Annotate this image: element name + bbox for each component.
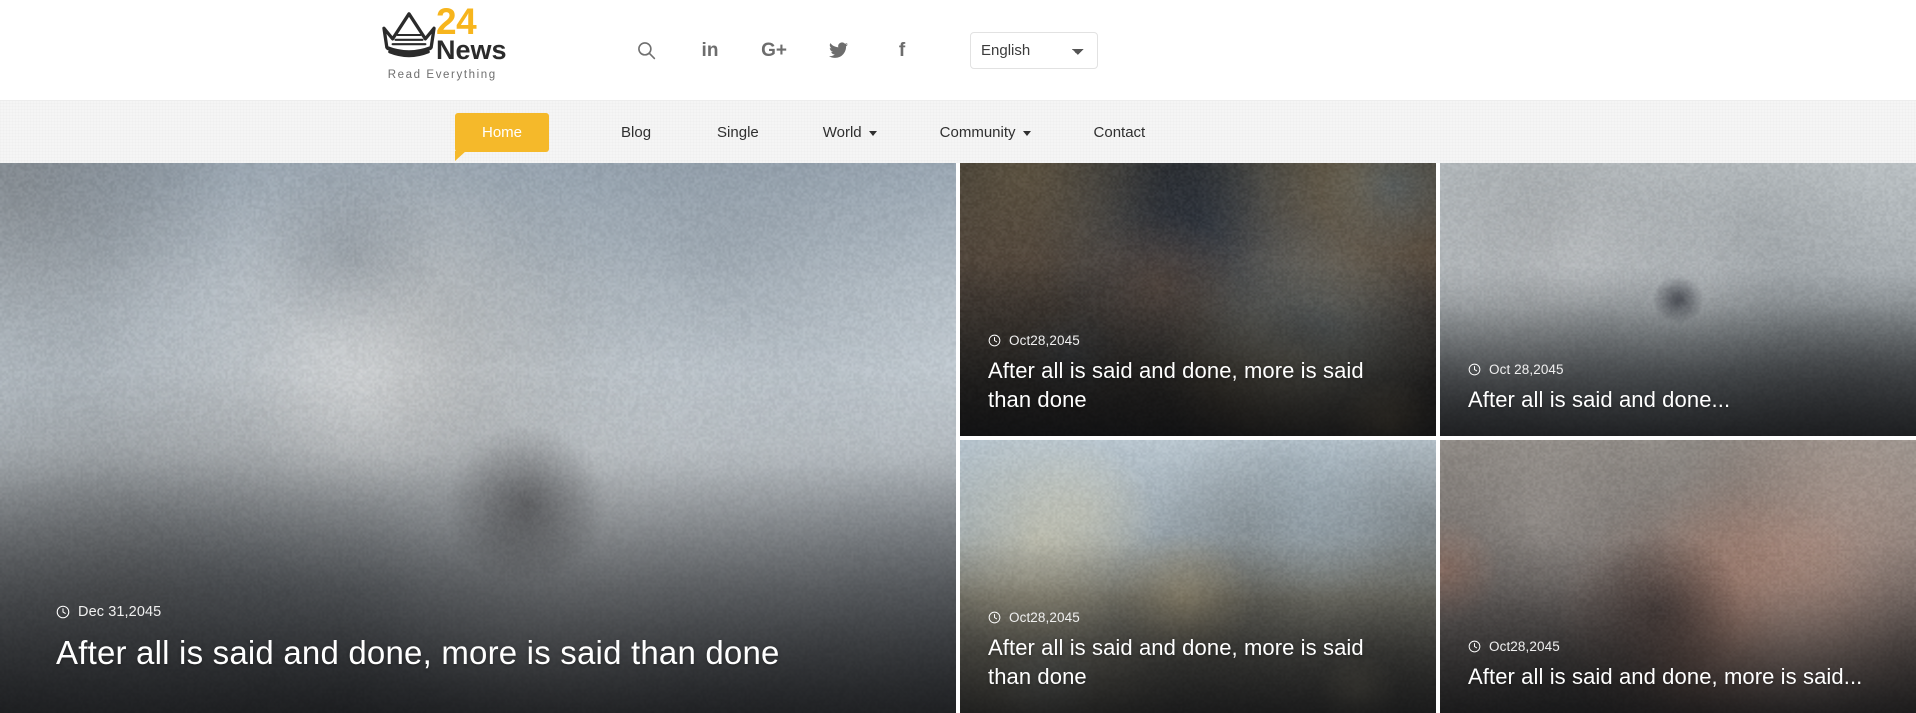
- featured-post-title: After all is said and done, more is said…: [56, 633, 780, 671]
- featured-post-body: Dec 31,2045 After all is said and done, …: [0, 604, 956, 713]
- nav-label-single: Single: [717, 123, 759, 141]
- clock-icon: [988, 334, 1001, 347]
- secondary-posts-column: Oct28,2045 After all is said and done, m…: [960, 163, 1916, 713]
- nav-label-community: Community: [939, 123, 1016, 141]
- logo-news-text: News: [436, 35, 507, 66]
- post-title-2: After all is said and done...: [1468, 386, 1731, 412]
- post-title-1: After all is said and done, more is said…: [988, 357, 1364, 412]
- post-body-2: Oct 28,2045 After all is said and done..…: [1440, 362, 1916, 436]
- search-icon[interactable]: [614, 27, 678, 73]
- nav-item-single[interactable]: Single: [717, 124, 759, 141]
- nav-label-blog: Blog: [621, 123, 652, 141]
- logo-24-text: 24: [436, 1, 477, 42]
- post-body-4: Oct28,2045 After all is said and done, m…: [1440, 639, 1916, 713]
- crown-icon: [378, 7, 442, 61]
- post-meta-4: Oct28,2045: [1468, 639, 1888, 654]
- logo-wordmark: 24 News: [436, 1, 507, 66]
- post-date-1: Oct28,2045: [1009, 332, 1080, 348]
- site-logo[interactable]: 24 News Read Everything: [378, 1, 507, 82]
- facebook-icon[interactable]: f: [870, 27, 934, 73]
- featured-post-date: Dec 31,2045: [78, 603, 162, 620]
- post-date-3: Oct28,2045: [1009, 609, 1080, 625]
- nav-item-contact[interactable]: Contact: [1094, 124, 1146, 141]
- googleplus-icon[interactable]: G+: [742, 27, 806, 73]
- header-utility-bar: in G+ f English: [614, 0, 1916, 100]
- logo-tagline: Read Everything: [387, 69, 497, 82]
- post-card-1[interactable]: Oct28,2045 After all is said and done, m…: [960, 163, 1436, 436]
- chevron-down-icon: [1022, 130, 1031, 136]
- linkedin-label: in: [701, 39, 719, 61]
- nav-item-community[interactable]: Community: [940, 124, 1031, 141]
- logo-mark: 24 News: [378, 1, 507, 66]
- facebook-label: f: [898, 39, 906, 61]
- post-card-3[interactable]: Oct28,2045 After all is said and done, m…: [960, 440, 1436, 713]
- post-card-4[interactable]: Oct28,2045 After all is said and done, m…: [1440, 440, 1916, 713]
- clock-icon: [988, 611, 1001, 624]
- post-body-3: Oct28,2045 After all is said and done, m…: [960, 610, 1436, 713]
- nav-items: Home Blog Single World Community Contact: [455, 101, 1145, 163]
- post-title-3: After all is said and done, more is said…: [988, 634, 1364, 689]
- post-meta-3: Oct28,2045: [988, 610, 1408, 625]
- post-card-2[interactable]: Oct 28,2045 After all is said and done..…: [1440, 163, 1916, 436]
- clock-icon: [1468, 640, 1481, 653]
- clock-icon: [56, 605, 70, 619]
- nav-label-home: Home: [482, 123, 523, 141]
- linkedin-icon[interactable]: in: [678, 27, 742, 73]
- nav-item-blog[interactable]: Blog: [621, 124, 651, 141]
- twitter-icon[interactable]: [806, 27, 870, 73]
- nav-label-contact: Contact: [1093, 123, 1146, 141]
- nav-label-world: World: [822, 123, 862, 141]
- post-date-2: Oct 28,2045: [1489, 361, 1564, 377]
- nav-item-world[interactable]: World: [823, 124, 877, 141]
- featured-post-meta: Dec 31,2045: [56, 604, 900, 620]
- post-body-1: Oct28,2045 After all is said and done, m…: [960, 333, 1436, 437]
- featured-post-card[interactable]: Dec 31,2045 After all is said and done, …: [0, 163, 956, 713]
- clock-icon: [1468, 363, 1481, 376]
- main-navigation: Home Blog Single World Community Contact: [0, 100, 1916, 163]
- post-meta-2: Oct 28,2045: [1468, 362, 1888, 377]
- googleplus-label: G+: [761, 39, 787, 61]
- secondary-posts-row-bottom: Oct28,2045 After all is said and done, m…: [960, 440, 1916, 713]
- featured-posts-grid: Dec 31,2045 After all is said and done, …: [0, 163, 1916, 713]
- nav-item-home[interactable]: Home: [455, 112, 550, 161]
- post-title-4: After all is said and done, more is said…: [1468, 663, 1863, 689]
- chevron-down-icon: [868, 130, 877, 136]
- post-meta-1: Oct28,2045: [988, 333, 1408, 348]
- secondary-posts-row-top: Oct28,2045 After all is said and done, m…: [960, 163, 1916, 436]
- site-header: 24 News Read Everything in G+ f English: [0, 0, 1916, 100]
- post-date-4: Oct28,2045: [1489, 638, 1560, 654]
- language-select[interactable]: English: [970, 31, 1098, 69]
